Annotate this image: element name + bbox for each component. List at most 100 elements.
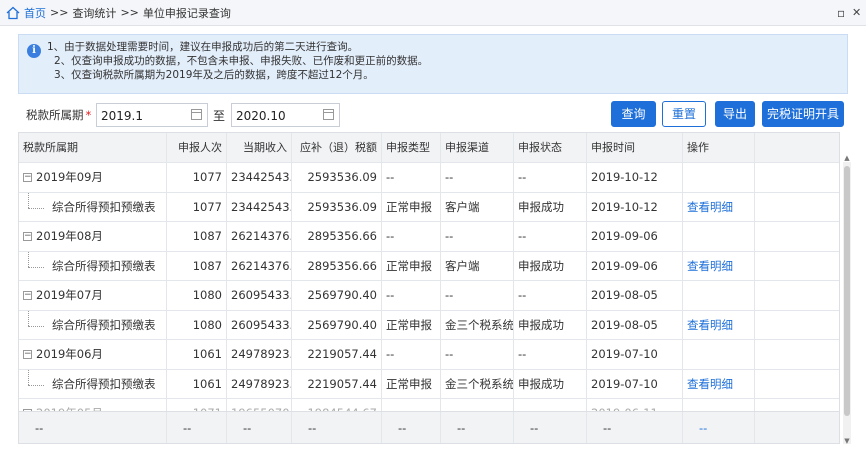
cell-tax: 2895356.66 bbox=[292, 222, 382, 251]
info-icon: i bbox=[27, 44, 41, 58]
end-period-input[interactable]: 2020.10 bbox=[231, 103, 340, 127]
export-button[interactable]: 导出 bbox=[715, 101, 755, 127]
view-detail-link[interactable]: 查看明细 bbox=[683, 192, 755, 221]
table-row-detail[interactable]: 综合所得预扣预缴表 108026095433....2569790.40正常申报金… bbox=[19, 310, 839, 340]
reset-button[interactable]: 重置 bbox=[662, 101, 706, 127]
breadcrumb-separator: >> bbox=[120, 6, 139, 19]
scrollbar-thumb[interactable] bbox=[844, 166, 850, 416]
view-detail-link[interactable]: 查看明细 bbox=[683, 310, 755, 339]
cell-income: 24978923.... bbox=[227, 340, 292, 369]
collapse-icon[interactable]: − bbox=[23, 350, 32, 359]
notice-line-1: 1、由于数据处理需要时间，建议在申报成功后的第二天进行查询。 bbox=[47, 41, 359, 53]
calendar-icon[interactable] bbox=[191, 109, 202, 120]
cell-op bbox=[683, 163, 755, 192]
breadcrumb-separator: >> bbox=[50, 6, 69, 19]
close-icon[interactable]: ✕ bbox=[852, 6, 861, 20]
summary-cell: -- bbox=[382, 412, 441, 443]
cell-channel: 客户端 bbox=[441, 251, 514, 280]
table-row-detail[interactable]: 综合所得预扣预缴表 106124978923....2219057.44正常申报金… bbox=[19, 369, 839, 399]
cell-status: -- bbox=[514, 281, 587, 310]
home-icon[interactable] bbox=[6, 6, 20, 20]
table-row-group[interactable]: −2019年09月107723442543....2593536.09-----… bbox=[19, 163, 839, 193]
cell-type: -- bbox=[382, 222, 441, 251]
cell-type: -- bbox=[382, 281, 441, 310]
end-period-value: 2020.10 bbox=[236, 109, 286, 123]
restore-icon[interactable]: ▫ bbox=[837, 6, 845, 20]
tree-connector bbox=[28, 310, 29, 326]
header-channel: 申报渠道 bbox=[441, 133, 514, 162]
cell-type: -- bbox=[382, 340, 441, 369]
collapse-icon[interactable]: − bbox=[23, 173, 32, 182]
cell-time: 2019-10-12 bbox=[587, 163, 683, 192]
cell-time: 2019-09-06 bbox=[587, 222, 683, 251]
vertical-scrollbar[interactable] bbox=[843, 162, 851, 444]
cell-type: 正常申报 bbox=[382, 310, 441, 339]
collapse-icon[interactable]: − bbox=[23, 232, 32, 241]
cell-time: 2019-08-05 bbox=[587, 310, 683, 339]
cell-time: 2019-08-05 bbox=[587, 281, 683, 310]
scroll-down-icon[interactable]: ▼ bbox=[843, 437, 851, 445]
header-filler bbox=[755, 133, 839, 162]
summary-cell: -- bbox=[167, 412, 227, 443]
cell-count: 1077 bbox=[167, 163, 227, 192]
group-label: 2019年07月 bbox=[36, 288, 103, 302]
cell-count: 1061 bbox=[167, 340, 227, 369]
tree-connector bbox=[28, 251, 29, 267]
query-form: 税款所属期 * 2019.1 至 2020.10 查询 重置 导出 完税证明开具 bbox=[18, 99, 848, 129]
cell-tax: 2219057.44 bbox=[292, 340, 382, 369]
table-summary-row: -- -- -- -- -- -- -- -- -- bbox=[19, 411, 839, 443]
cell-income: 26214376.... bbox=[227, 251, 292, 280]
breadcrumb-level1[interactable]: 查询统计 bbox=[72, 5, 116, 21]
header-tax: 应补（退）税额 bbox=[292, 133, 382, 162]
tree-connector bbox=[28, 325, 44, 327]
tax-certificate-button[interactable]: 完税证明开具 bbox=[762, 101, 844, 127]
cell-count: 1061 bbox=[167, 369, 227, 398]
cell-period: 综合所得预扣预缴表 bbox=[19, 369, 167, 398]
table-row-detail[interactable]: 综合所得预扣预缴表 107723442543....2593536.09正常申报客… bbox=[19, 192, 839, 222]
collapse-icon[interactable]: − bbox=[23, 291, 32, 300]
summary-cell: -- bbox=[514, 412, 587, 443]
filler-cell bbox=[755, 370, 839, 399]
filler-cell bbox=[755, 222, 839, 251]
row-label: 综合所得预扣预缴表 bbox=[52, 376, 156, 391]
required-mark: * bbox=[85, 108, 92, 122]
table-row-group[interactable]: −2019年07月108026095433....2569790.40-----… bbox=[19, 281, 839, 311]
cell-income: 23442543.... bbox=[227, 163, 292, 192]
notice-line-3: 3、仅查询税款所属期为2019年及之后的数据，跨度不超过12个月。 bbox=[54, 69, 374, 81]
group-label: 2019年08月 bbox=[36, 229, 103, 243]
cell-channel: 金三个税系统 bbox=[441, 369, 514, 398]
table-row-group[interactable]: −2019年06月106124978923....2219057.44-----… bbox=[19, 340, 839, 370]
cell-income: 26095433.... bbox=[227, 310, 292, 339]
cell-count: 1087 bbox=[167, 251, 227, 280]
table-row-detail[interactable]: 综合所得预扣预缴表 108726214376....2895356.66正常申报客… bbox=[19, 251, 839, 281]
calendar-icon[interactable] bbox=[323, 109, 334, 120]
query-button[interactable]: 查询 bbox=[611, 101, 656, 127]
cell-op bbox=[683, 340, 755, 369]
cell-status: 申报成功 bbox=[514, 369, 587, 398]
header-count: 申报人次 bbox=[167, 133, 227, 162]
cell-period: 综合所得预扣预缴表 bbox=[19, 251, 167, 280]
filler-cell bbox=[755, 412, 839, 443]
header-action: 操作 bbox=[683, 133, 755, 162]
cell-type: 正常申报 bbox=[382, 369, 441, 398]
tree-connector bbox=[28, 192, 29, 208]
cell-count: 1080 bbox=[167, 310, 227, 339]
scroll-up-icon[interactable]: ▲ bbox=[843, 154, 851, 162]
cell-time: 2019-09-06 bbox=[587, 251, 683, 280]
summary-cell: -- bbox=[441, 412, 514, 443]
header-period: 税款所属期 bbox=[19, 133, 167, 162]
view-detail-link[interactable]: 查看明细 bbox=[683, 251, 755, 280]
breadcrumb-current: 单位申报记录查询 bbox=[142, 6, 231, 20]
view-detail-link[interactable]: 查看明细 bbox=[683, 369, 755, 398]
breadcrumb-home-link[interactable]: 首页 bbox=[24, 5, 46, 21]
filler-cell bbox=[755, 163, 839, 192]
filler-cell bbox=[755, 311, 839, 340]
cell-tax: 2593536.09 bbox=[292, 163, 382, 192]
tree-connector bbox=[28, 207, 44, 209]
cell-tax: 2569790.40 bbox=[292, 281, 382, 310]
cell-income: 24978923.... bbox=[227, 369, 292, 398]
start-period-input[interactable]: 2019.1 bbox=[96, 103, 208, 127]
cell-tax: 2895356.66 bbox=[292, 251, 382, 280]
table-row-group[interactable]: −2019年08月108726214376....2895356.66-----… bbox=[19, 222, 839, 252]
group-label: 2019年06月 bbox=[36, 347, 103, 361]
